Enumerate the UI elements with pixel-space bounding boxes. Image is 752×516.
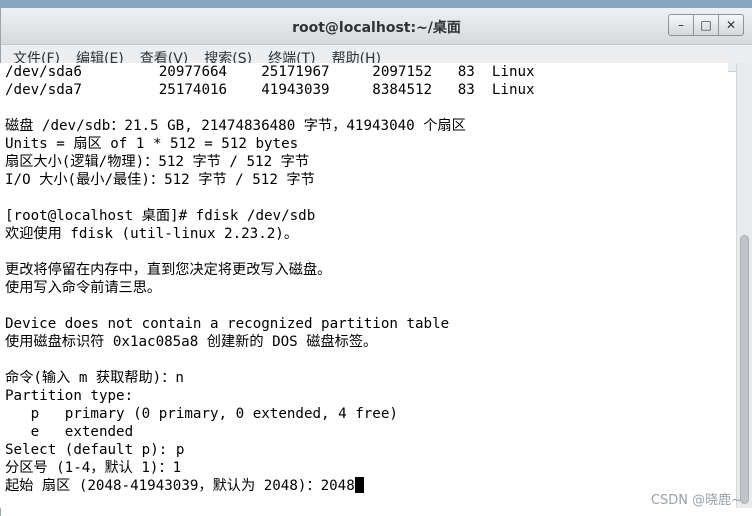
terminal-line: e extended: [5, 424, 134, 440]
window-title: root@localhost:~/桌面: [292, 20, 461, 36]
terminal-output[interactable]: /dev/sda6 20977664 25171967 2097152 83 L…: [0, 63, 728, 508]
terminal-line: Select (default p): p: [5, 442, 185, 458]
terminal-line: [root@localhost 桌面]# fdisk /dev/sdb: [5, 208, 316, 224]
terminal-line-text: 起始 扇区 (2048-41943039，默认为 2048)：2048: [5, 478, 355, 494]
terminal-line: 磁盘 /dev/sdb：21.5 GB, 21474836480 字节，4194…: [5, 118, 466, 134]
terminal-line: 欢迎使用 fdisk (util-linux 2.23.2)。: [5, 226, 299, 242]
text-cursor: [354, 477, 364, 493]
terminal-line: 使用磁盘标识符 0x1ac085a8 创建新的 DOS 磁盘标签。: [5, 334, 378, 350]
terminal-prompt-line: 起始 扇区 (2048-41943039，默认为 2048)：2048: [0, 477, 728, 495]
terminal-line: 扇区大小(逻辑/物理)：512 字节 / 512 字节: [5, 154, 310, 170]
maximize-button[interactable]: □: [693, 14, 719, 36]
terminal-line: 更改将停留在内存中，直到您决定将更改写入磁盘。: [5, 262, 332, 278]
minimize-button[interactable]: –: [668, 14, 694, 36]
terminal-line: /dev/sda6 20977664 25171967 2097152 83 L…: [5, 64, 535, 80]
terminal-line: p primary (0 primary, 0 extended, 4 free…: [5, 406, 398, 422]
terminal-line: I/O 大小(最小/最佳)：512 字节 / 512 字节: [5, 172, 315, 188]
watermark: CSDN @晓鹿~: [650, 493, 742, 508]
terminal-line: 分区号 (1-4，默认 1)：1: [5, 460, 182, 476]
terminal-line: /dev/sda7 25174016 41943039 8384512 83 L…: [5, 82, 535, 98]
window-controls: – □ ✕: [668, 14, 744, 36]
terminal-line: Units = 扇区 of 1 * 512 = 512 bytes: [5, 136, 299, 152]
title-bar[interactable]: root@localhost:~/桌面 – □ ✕: [1, 8, 752, 45]
terminal-line: Partition type:: [5, 388, 134, 404]
terminal-line: 命令(输入 m 获取帮助)：n: [5, 370, 184, 386]
scrollbar-thumb[interactable]: [740, 235, 749, 504]
terminal-line: 使用写入命令前请三思。: [5, 280, 162, 296]
terminal-scrollbar[interactable]: [736, 63, 752, 508]
close-button[interactable]: ✕: [718, 14, 744, 36]
terminal-line: Device does not contain a recognized par…: [5, 316, 450, 332]
